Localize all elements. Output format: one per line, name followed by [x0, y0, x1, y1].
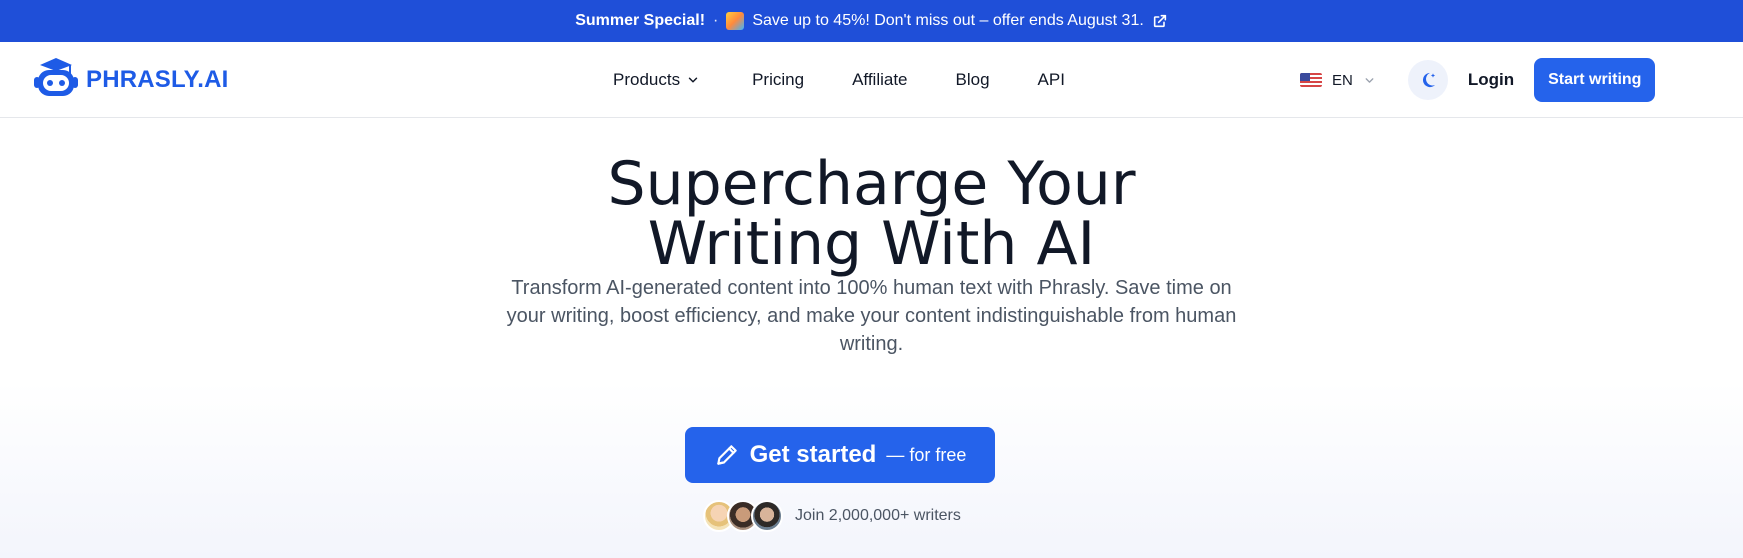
nav-products-label: Products — [613, 70, 681, 89]
promo-separator: · — [713, 12, 719, 29]
avatar-stack — [703, 500, 783, 532]
get-started-button[interactable]: Get started — for free — [685, 427, 995, 483]
top-navbar: PHRASLY.AI Products Pricing Affiliate Bl… — [0, 42, 1743, 118]
logo[interactable]: PHRASLY.AI — [32, 56, 228, 103]
start-writing-button[interactable]: Start writing — [1534, 58, 1656, 102]
nav-api[interactable]: API — [1038, 70, 1065, 90]
hero-title-line-1: Supercharge Your — [607, 149, 1136, 219]
moon-star-icon — [1422, 72, 1436, 88]
social-proof: Join 2,000,000+ writers — [703, 500, 961, 532]
external-link-icon[interactable] — [1152, 13, 1168, 29]
nav-blog[interactable]: Blog — [956, 70, 990, 90]
get-started-label: Get started — [749, 441, 877, 468]
login-link[interactable]: Login — [1468, 70, 1514, 90]
hero-title: Supercharge Your Writing With AI — [0, 154, 1743, 274]
nav-pricing[interactable]: Pricing — [752, 70, 804, 90]
nav-products[interactable]: Products — [613, 70, 700, 90]
logo-text: PHRASLY.AI — [86, 65, 229, 93]
hero-title-line-2: Writing With AI — [647, 209, 1096, 279]
us-flag-icon — [1300, 73, 1322, 87]
nav-affiliate[interactable]: Affiliate — [852, 70, 907, 90]
pencil-icon — [716, 445, 737, 465]
get-started-suffix: — for free — [886, 444, 967, 465]
avatar — [751, 500, 783, 532]
sunset-emoji-icon — [726, 12, 745, 30]
promo-banner[interactable]: Summer Special! · Save up to 45%! Don't … — [0, 0, 1743, 42]
robot-graduate-icon — [32, 56, 80, 103]
language-selector[interactable]: EN — [1300, 72, 1376, 89]
social-proof-text: Join 2,000,000+ writers — [795, 507, 961, 524]
hero-subtitle: Transform AI-generated content into 100%… — [506, 277, 1237, 355]
promo-title: Summer Special! — [575, 12, 706, 29]
nav-actions: EN Login Start writing — [1300, 42, 1656, 118]
chevron-down-icon — [688, 77, 698, 83]
theme-toggle[interactable] — [1407, 60, 1448, 100]
main-menu: Products Pricing Affiliate Blog API — [613, 42, 1065, 118]
promo-message: Save up to 45%! Don't miss out – offer e… — [752, 12, 1144, 29]
hero-section: Supercharge Your Writing With AI Transfo… — [0, 118, 1743, 558]
language-label: EN — [1332, 71, 1353, 89]
chevron-down-icon — [1365, 77, 1374, 83]
